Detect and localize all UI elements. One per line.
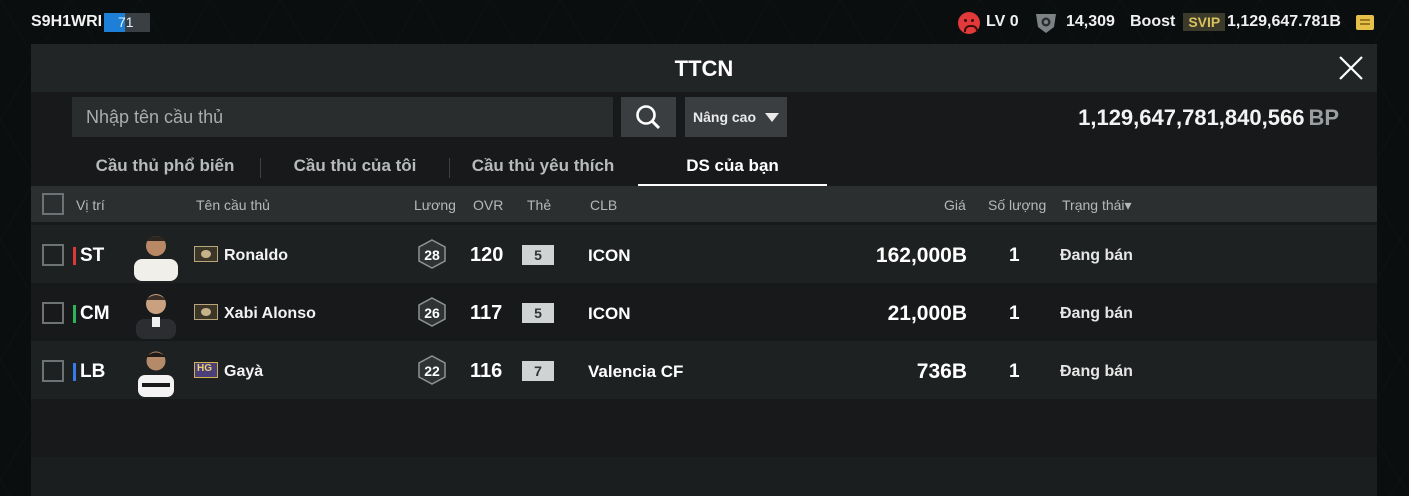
status-value: Đang bán: [1060, 363, 1133, 380]
empty-row: [31, 399, 1377, 457]
advanced-filter-label: Nâng cao: [693, 109, 757, 125]
header-position[interactable]: Vị trí: [76, 197, 105, 213]
bp-value: 1,129,647,781,840,566: [1078, 105, 1305, 130]
club-name: ICON: [588, 246, 631, 265]
search-button[interactable]: [621, 97, 676, 137]
transfer-market-panel: TTCN Nâng cao 1,129,647,781,840,566BP Cầ…: [31, 44, 1377, 496]
account-level-badge: 71: [104, 13, 150, 32]
player-photo: [138, 351, 174, 397]
player-position: CM: [73, 303, 110, 325]
boost-label: Boost: [1130, 13, 1176, 30]
row-checkbox[interactable]: [42, 302, 64, 324]
player-name: Xabi Alonso: [224, 305, 316, 322]
hg-badge: HG: [194, 362, 218, 378]
header-club[interactable]: CLB: [590, 197, 617, 213]
account-level-value: 71: [118, 14, 134, 30]
icon-badge: [194, 246, 218, 262]
tab-your-list[interactable]: DS của bạn: [638, 148, 827, 186]
tab-divider: [260, 158, 261, 178]
sad-face-icon: [958, 12, 980, 34]
header-player-name[interactable]: Tên cầu thủ: [196, 197, 270, 213]
player-name: Gayà: [224, 363, 264, 380]
hg-badge-text: HG: [197, 363, 212, 374]
salary-hexagon-icon: [418, 239, 446, 269]
header-status[interactable]: Trạng thái▾: [1062, 197, 1132, 214]
quantity-value: 1: [1009, 303, 1020, 324]
table-header: Vị trí Tên cầu thủ Lương OVR Thẻ CLB Giá…: [31, 186, 1377, 222]
select-all-checkbox[interactable]: [42, 193, 64, 215]
player-search-input[interactable]: [72, 97, 613, 137]
position-label: ST: [80, 245, 105, 266]
status-value: Đang bán: [1060, 305, 1133, 322]
position-label: LB: [80, 361, 106, 382]
player-position: LB: [73, 361, 105, 383]
empty-row: [31, 457, 1377, 496]
boost-group[interactable]: Boost SVIP: [1130, 11, 1226, 33]
ovr-value: 116: [470, 360, 503, 382]
position-color-bar: [73, 363, 76, 381]
table-row[interactable]: LB HG Gayà 22 116 7 Valencia CF 736B 1 Đ…: [31, 341, 1377, 399]
tab-bar: Cầu thủ phổ biến Cầu thủ của tôi Cầu thủ…: [72, 148, 1337, 186]
ovr-value: 117: [470, 302, 503, 324]
player-photo: [134, 236, 178, 281]
upgrade-grade: 5: [522, 303, 554, 323]
player-photo: [136, 294, 176, 339]
close-icon[interactable]: [1337, 54, 1365, 82]
ovr-value: 120: [470, 244, 504, 266]
panel-header: TTCN: [31, 44, 1377, 92]
icon-badge: [194, 304, 218, 320]
bp-balance: 1,129,647,781,840,566 BP: [1078, 105, 1339, 131]
header-ovr[interactable]: OVR: [473, 197, 503, 213]
header-grade[interactable]: Thẻ: [527, 197, 551, 213]
player-name: Ronaldo: [224, 247, 288, 264]
advanced-filter-dropdown[interactable]: Nâng cao: [685, 97, 787, 137]
bp-balance-short: 1,129,647.781B: [1227, 13, 1341, 30]
tab-my-players[interactable]: Cầu thủ của tôi: [262, 148, 448, 186]
table-row[interactable]: CM Xabi Alonso 26 117 5 ICON 21,000B 1 Đ…: [31, 283, 1377, 341]
salary-hexagon-icon: [418, 355, 446, 385]
header-salary[interactable]: Lương: [414, 197, 456, 213]
coin-count: 14,309: [1066, 13, 1115, 30]
table-body: ST Ronaldo 28 120 5 ICON 162,000B 1 Đang…: [31, 222, 1377, 496]
ticket-icon: [1356, 15, 1374, 30]
search-icon: [636, 105, 661, 130]
quantity-value: 1: [1009, 245, 1020, 266]
club-name: ICON: [588, 304, 631, 323]
player-position: ST: [73, 245, 104, 267]
upgrade-grade: 7: [522, 361, 554, 381]
row-checkbox[interactable]: [42, 360, 64, 382]
chevron-down-icon: [765, 113, 779, 122]
position-color-bar: [73, 305, 76, 323]
bp-unit: BP: [1308, 105, 1339, 130]
position-color-bar: [73, 247, 76, 265]
upgrade-grade: 5: [522, 245, 554, 265]
table-row[interactable]: ST Ronaldo 28 120 5 ICON 162,000B 1 Đang…: [31, 225, 1377, 283]
price-value: 21,000B: [887, 302, 967, 325]
svip-badge: SVIP: [1183, 13, 1226, 31]
price-value: 736B: [916, 360, 967, 383]
tab-favorite-players[interactable]: Cầu thủ yêu thích: [450, 148, 636, 186]
header-price[interactable]: Giá: [944, 197, 966, 213]
club-name: Valencia CF: [588, 362, 684, 381]
position-label: CM: [80, 303, 110, 324]
status-bar: S9H1WRI 71 LV 0 14,309 Boost SVIP 1,129,…: [0, 0, 1409, 44]
shield-coin-icon: [1036, 14, 1056, 33]
salary-hexagon-icon: [418, 297, 446, 327]
page-title: TTCN: [674, 56, 734, 81]
status-value: Đang bán: [1060, 247, 1133, 264]
price-value: 162,000B: [875, 244, 967, 267]
header-quantity[interactable]: Số lượng: [988, 197, 1046, 213]
quantity-value: 1: [1009, 361, 1020, 382]
username: S9H1WRI: [31, 13, 103, 30]
tab-popular-players[interactable]: Cầu thủ phổ biến: [72, 148, 258, 186]
lv-label: LV 0: [986, 13, 1019, 30]
row-checkbox[interactable]: [42, 244, 64, 266]
